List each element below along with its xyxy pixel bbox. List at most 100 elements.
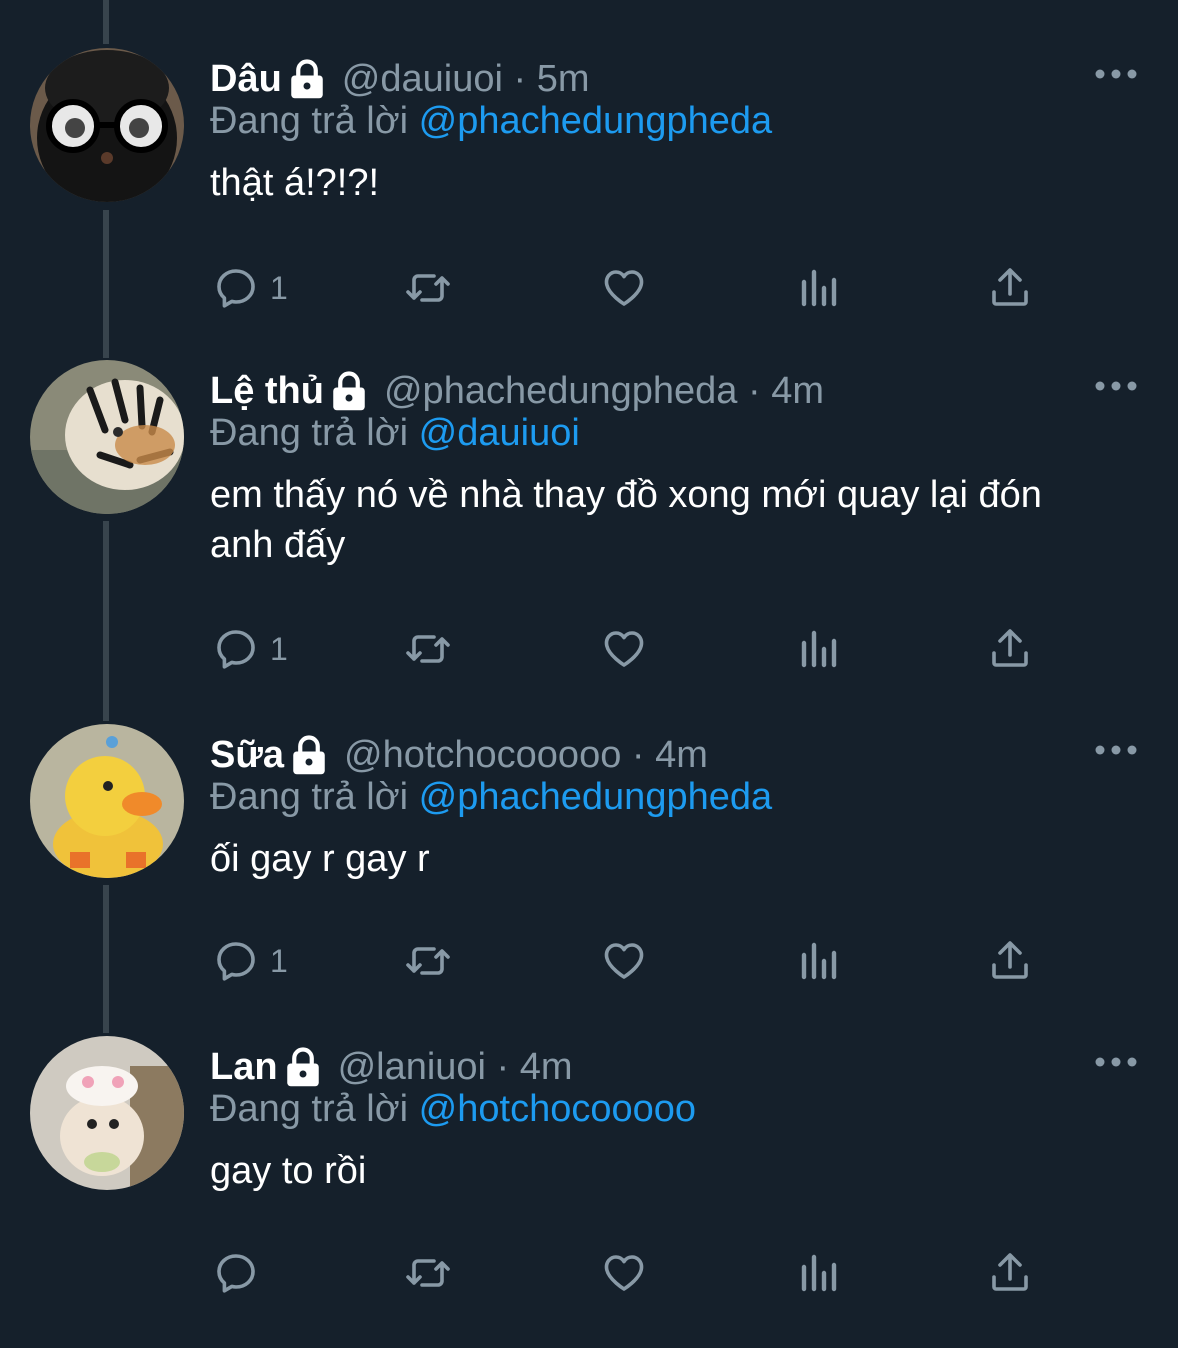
timestamp[interactable]: 5m	[537, 58, 590, 101]
user-handle[interactable]: @dauiuoi	[342, 58, 503, 101]
reply-icon	[217, 942, 255, 981]
reply-count: 1	[270, 630, 288, 667]
display-name[interactable]: Lệ thủ	[210, 370, 324, 413]
replying-to: Đang trả lời @dauiuoi	[210, 412, 580, 455]
tweet-header: Sữa @hotchocooooo · 4m	[210, 730, 708, 780]
heart-icon	[604, 631, 644, 667]
tweet-text: ối gay r gay r	[210, 838, 430, 880]
share-button[interactable]	[986, 258, 1034, 318]
replying-label: Đang trả lời	[210, 1088, 409, 1130]
timestamp[interactable]: 4m	[771, 370, 824, 413]
retweet-button[interactable]	[404, 619, 452, 679]
more-options-icon[interactable]	[1094, 66, 1138, 82]
lock-icon	[286, 1047, 319, 1087]
separator-dot: ·	[486, 1045, 520, 1088]
share-button[interactable]	[986, 619, 1034, 679]
reply-count: 1	[270, 942, 288, 979]
reply-count: 1	[270, 269, 288, 306]
reply-button[interactable]: 1	[212, 931, 288, 991]
timestamp[interactable]: 4m	[520, 1046, 573, 1089]
separator-dot: ·	[737, 369, 772, 412]
share-icon	[992, 629, 1028, 667]
tweet-header: Dâu @dauiuoi · 5m	[210, 54, 590, 104]
replying-label: Đang trả lời	[210, 100, 409, 142]
user-handle[interactable]: @hotchocooooo	[344, 734, 621, 777]
reply-button[interactable]: 1	[212, 258, 288, 318]
retweet-icon	[406, 1259, 450, 1287]
reply-icon	[217, 1254, 255, 1293]
like-button[interactable]	[600, 619, 648, 679]
replying-label: Đang trả lời	[210, 412, 409, 454]
thread-line	[103, 0, 109, 44]
timestamp[interactable]: 4m	[655, 734, 708, 777]
user-handle[interactable]: @laniuoi	[338, 1046, 486, 1089]
replying-to: Đang trả lời @phachedungpheda	[210, 100, 772, 143]
like-button[interactable]	[600, 1243, 648, 1303]
display-name[interactable]: Sữa	[210, 734, 284, 777]
action-bar: 1	[0, 619, 1178, 679]
like-button[interactable]	[600, 258, 648, 318]
reply-button[interactable]	[212, 1243, 270, 1303]
action-bar: 1	[0, 258, 1178, 318]
replying-to: Đang trả lời @hotchocooooo	[210, 1088, 696, 1131]
lock-icon	[293, 735, 325, 775]
tweet[interactable]: Lệ thủ @phachedungpheda · 4m Đang trả lờ…	[0, 360, 1178, 672]
tweet[interactable]: Sữa @hotchocooooo · 4m Đang trả lời @pha…	[0, 724, 1178, 1036]
display-name[interactable]: Dâu	[210, 58, 282, 101]
replying-to: Đang trả lời @phachedungpheda	[210, 776, 772, 819]
retweet-button[interactable]	[404, 931, 452, 991]
analytics-icon	[801, 630, 837, 668]
share-icon	[992, 941, 1028, 979]
avatar[interactable]	[30, 360, 184, 514]
mention-link[interactable]: @phachedungpheda	[419, 100, 772, 142]
analytics-icon	[801, 942, 837, 980]
share-button[interactable]	[986, 1243, 1034, 1303]
more-options-icon[interactable]	[1094, 378, 1138, 394]
heart-icon	[604, 270, 644, 306]
separator-dot: ·	[621, 733, 656, 776]
retweet-icon	[406, 635, 450, 663]
heart-icon	[604, 1255, 644, 1291]
avatar[interactable]	[30, 1036, 184, 1190]
tweet[interactable]: Dâu @dauiuoi · 5m Đang trả lời @phachedu…	[0, 48, 1178, 360]
analytics-button[interactable]	[794, 1243, 842, 1303]
analytics-button[interactable]	[794, 619, 842, 679]
like-button[interactable]	[600, 931, 648, 991]
action-bar	[0, 1243, 1178, 1303]
more-options-icon[interactable]	[1094, 1054, 1138, 1070]
tweet-header: Lệ thủ @phachedungpheda · 4m	[210, 366, 824, 416]
share-button[interactable]	[986, 931, 1034, 991]
action-bar: 1	[0, 931, 1178, 991]
heart-icon	[604, 943, 644, 979]
tweet-text: thật á!?!?!	[210, 162, 380, 204]
user-handle[interactable]: @phachedungpheda	[384, 370, 737, 413]
replying-label: Đang trả lời	[210, 776, 409, 818]
analytics-button[interactable]	[794, 931, 842, 991]
analytics-icon	[801, 269, 837, 307]
analytics-icon	[801, 1254, 837, 1292]
reply-icon	[217, 269, 255, 308]
reply-icon	[217, 630, 255, 669]
lock-icon	[291, 59, 323, 99]
tweet-text: em thấy nó về nhà thay đồ xong mới quay …	[210, 474, 1042, 566]
mention-link[interactable]: @dauiuoi	[419, 412, 580, 454]
retweet-button[interactable]	[404, 1243, 452, 1303]
mention-link[interactable]: @phachedungpheda	[419, 776, 772, 818]
share-icon	[992, 1253, 1028, 1291]
tweet-text: gay to rồi	[210, 1150, 367, 1192]
display-name[interactable]: Lan	[210, 1046, 278, 1089]
mention-link[interactable]: @hotchocooooo	[419, 1088, 696, 1130]
reply-button[interactable]: 1	[212, 619, 288, 679]
lock-icon	[333, 371, 365, 411]
analytics-button[interactable]	[794, 258, 842, 318]
separator-dot: ·	[502, 57, 537, 100]
share-icon	[992, 268, 1028, 306]
retweet-icon	[406, 947, 450, 975]
more-options-icon[interactable]	[1094, 742, 1138, 758]
avatar[interactable]	[30, 48, 184, 202]
tweet[interactable]: Lan @laniuoi · 4m Đang trả lời @hotchoco…	[0, 1036, 1178, 1348]
avatar[interactable]	[30, 724, 184, 878]
retweet-icon	[406, 274, 450, 302]
tweet-header: Lan @laniuoi · 4m	[210, 1042, 573, 1092]
retweet-button[interactable]	[404, 258, 452, 318]
